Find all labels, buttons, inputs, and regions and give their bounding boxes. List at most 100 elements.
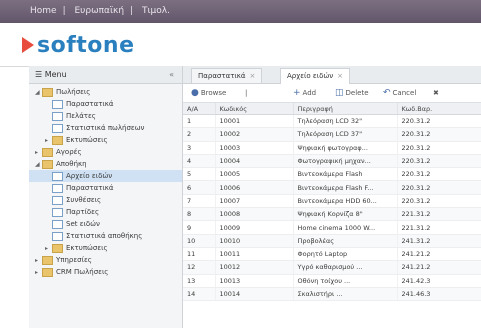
table-row[interactable]: 12 10012 Υγρό καθαρισμού ... 241.21.2 (183, 260, 481, 275)
sidebar-item[interactable]: ▸ CRM Πωλήσεις (29, 266, 182, 278)
table-row[interactable]: 6 10006 Βιντεοκάμερα Flash F... 220.31.2 (183, 180, 481, 195)
table-row[interactable]: 7 10007 Βιντεοκάμερα HDD 60... 220.31.2 (183, 194, 481, 209)
table-row[interactable]: 11 10011 Φορητό Laptop 241.21.2 (183, 247, 481, 262)
sidebar-item[interactable]: ◢ Πωλήσεις (29, 86, 182, 98)
sidebar-item[interactable]: ▸ Εκτυπώσεις (29, 134, 182, 146)
table-row[interactable]: 13 10013 Οθόνη τοίχου ... 241.42.3 (183, 274, 481, 288)
trash-icon: ◫ (335, 88, 344, 98)
table-row[interactable]: 14 10014 Σκαλιστήρι ... 241.46.3 (183, 287, 481, 302)
table-row[interactable]: 2 10002 Τηλεόραση LCD 37" 220.31.2 (183, 127, 481, 142)
document-icon (52, 111, 63, 121)
sidebar-item[interactable]: ▸ Αγορές (29, 146, 182, 158)
breadcrumb-item[interactable]: Ευρωπαϊκή (75, 6, 125, 16)
logo-text: softone (37, 32, 135, 58)
sidebar-item[interactable]: Παραστατικά (29, 98, 182, 110)
tab-items[interactable]: Αρχείο ειδών × (280, 68, 351, 84)
table-cell: Home cinema 1000 W... (293, 220, 398, 235)
collapsed-arrow-icon[interactable]: ▸ (35, 267, 42, 279)
breadcrumb-item[interactable]: Τιμολ. (142, 6, 170, 16)
table-cell: 10005 (215, 167, 294, 182)
sidebar-title: Menu (44, 70, 67, 79)
table-cell: 10008 (215, 207, 294, 222)
table-cell: 10011 (215, 247, 294, 262)
folder-icon (42, 159, 53, 169)
add-button[interactable]: + Add (293, 84, 316, 102)
sidebar-item[interactable]: Συνθέσεις (29, 194, 182, 206)
column-header[interactable]: Περιγραφή (293, 103, 398, 115)
table-cell: 220.31.2 (397, 194, 481, 209)
folder-icon (42, 267, 53, 277)
close-icon[interactable]: × (337, 72, 343, 80)
sidebar-item-label: Παραστατικά (66, 100, 114, 108)
column-header[interactable]: Κωδ.Βαρ. (397, 103, 481, 115)
sidebar-item-label: Αποθήκη (56, 160, 87, 168)
items-table: Α/Α Κωδικός Περιγραφή Κωδ.Βαρ. 1 10001 Τηλ… (183, 103, 481, 302)
table-cell: 220.31.2 (397, 180, 481, 195)
column-header[interactable]: Κωδικός (215, 103, 294, 115)
sidebar-item-label: Εκτυπώσεις (66, 244, 108, 252)
tab-documents[interactable]: Παραστατικά × (191, 68, 263, 83)
sidebar-header: ☰ Menu « (29, 66, 182, 84)
table-cell: 10003 (215, 141, 294, 155)
table-cell: 220.31.2 (397, 154, 481, 169)
sidebar-item[interactable]: ▸ Εκτυπώσεις (29, 242, 182, 254)
delete-button[interactable]: ◫ Delete (335, 84, 369, 102)
sidebar-item[interactable]: Στατιστικά πωλήσεων (29, 122, 182, 134)
brand-bar: softone (0, 23, 481, 67)
sidebar-item-label: Στατιστικά αποθήκης (66, 232, 143, 240)
cancel-button[interactable]: ↶ Cancel (383, 84, 416, 102)
table-cell: 6 (183, 180, 216, 195)
sidebar-item-label: Set ειδών (66, 220, 100, 228)
breadcrumb-item[interactable]: Home (30, 6, 57, 16)
tab-bar: Παραστατικά × Αρχείο ειδών × (183, 66, 481, 84)
column-header[interactable]: Α/Α (183, 103, 216, 115)
table-cell: 10014 (215, 287, 294, 302)
table-cell: 8 (183, 207, 216, 222)
sidebar-item[interactable]: Στατιστικά αποθήκης (29, 230, 182, 242)
table-cell: 241.46.3 (397, 287, 481, 302)
table-row[interactable]: 5 10005 Βιντεοκάμερα Flash 220.31.2 (183, 167, 481, 182)
table-row[interactable]: 1 10001 Τηλεόραση LCD 32" 220.31.2 (183, 114, 481, 129)
sidebar-item[interactable]: ▸ Υπηρεσίες (29, 254, 182, 266)
sidebar-item[interactable]: Πελάτες (29, 110, 182, 122)
sidebar-item-label: Πωλήσεις (56, 88, 91, 96)
table-cell: 10004 (215, 154, 294, 169)
table-row[interactable]: 4 10004 Φωτογραφική μηχαν... 220.31.2 (183, 154, 481, 169)
sidebar-item[interactable]: Set ειδών (29, 218, 182, 230)
table-row[interactable]: 3 10003 Ψηφιακή φωτογραφ... 220.31.2 (183, 141, 481, 155)
sidebar-item-label: Αρχείο ειδών (66, 172, 113, 180)
collapse-icon[interactable]: « (169, 66, 174, 83)
sidebar-item-label: Εκτυπώσεις (66, 136, 108, 144)
table-cell: Σκαλιστήρι ... (293, 287, 398, 302)
document-icon (52, 219, 63, 229)
document-icon (52, 123, 63, 133)
table-cell: 7 (183, 194, 216, 209)
sidebar-tree: ◢ Πωλήσεις Παραστατικά Πελάτες Στατιστικά πω… (29, 84, 182, 278)
sidebar-item[interactable]: ◢ Αποθήκη (29, 158, 182, 170)
close-icon[interactable]: × (250, 72, 256, 80)
document-icon (52, 231, 63, 241)
sidebar-item[interactable]: Παραστατικά (29, 182, 182, 194)
folder-icon (52, 135, 63, 145)
table-cell: 221.31.2 (397, 207, 481, 222)
toolbar: ● Browse | + Add ◫ Delete ↶ Cancel ✖ (183, 84, 481, 103)
table-header-row: Α/Α Κωδικός Περιγραφή Κωδ.Βαρ. (183, 103, 481, 115)
sidebar-item[interactable]: Αρχείο ειδών (29, 170, 182, 182)
menu-icon: ☰ (35, 70, 43, 79)
document-icon (52, 171, 63, 181)
folder-icon (42, 255, 53, 265)
table-cell: Ψηφιακή φωτογραφ... (293, 141, 398, 155)
tab-label: Αρχείο ειδών (287, 72, 334, 80)
table-cell: Τηλεόραση LCD 37" (293, 127, 398, 142)
browse-button[interactable]: ● Browse (191, 84, 226, 102)
table-row[interactable]: 8 10008 Ψηφιακή Κορνίζα 8" 221.31.2 (183, 207, 481, 222)
table-cell: 241.31.2 (397, 234, 481, 248)
close-icon[interactable]: ✖ (433, 84, 439, 102)
top-bar: Home | Ευρωπαϊκή | Τιμολ. (0, 0, 481, 23)
sidebar: ☰ Menu « ◢ Πωλήσεις Παραστατικά Πελάτες Στατ… (29, 66, 183, 328)
browse-icon: ● (191, 88, 199, 98)
document-icon (52, 183, 63, 193)
table-row[interactable]: 9 10009 Home cinema 1000 W... 221.31.2 (183, 220, 481, 235)
table-row[interactable]: 10 10010 Προβολέας 241.31.2 (183, 234, 481, 248)
sidebar-item[interactable]: Παρτίδες (29, 206, 182, 218)
